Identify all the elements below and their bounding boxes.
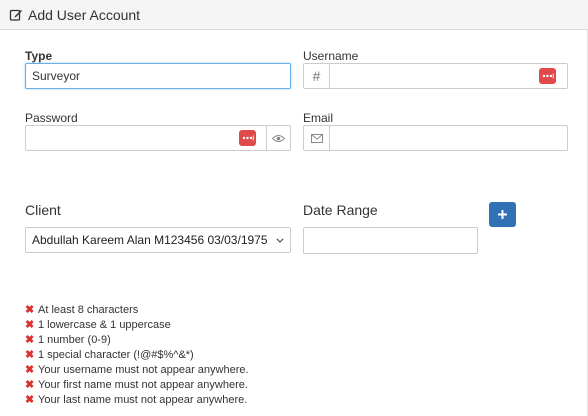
email-prefix [303,125,330,151]
error-x-icon: ✖ [25,394,35,406]
password-manager-icon[interactable] [239,130,256,146]
username-prefix: # [303,63,330,89]
panel-header: Add User Account [0,0,588,30]
password-rule: ✖ At least 8 characters [25,303,139,317]
password-rule: ✖ Your last name must not appear anywhere… [25,393,248,407]
password-manager-icon[interactable] [539,68,556,84]
error-x-icon: ✖ [25,319,35,331]
edit-icon [9,8,23,22]
hash-icon: # [312,68,321,84]
chevron-down-icon [270,228,290,252]
password-rules: ✖ At least 8 characters ✖ 1 lowercase & 1 … [25,302,249,407]
date-range-input[interactable] [303,227,478,254]
error-x-icon: ✖ [25,349,35,361]
error-x-icon: ✖ [25,364,35,376]
error-x-icon: ✖ [25,304,35,316]
client-label: Client [25,202,61,218]
add-date-range-button[interactable] [489,202,516,227]
date-range-label: Date Range [303,202,378,218]
password-rule: ✖ Your username must not appear anywhere. [25,363,249,377]
email-input[interactable] [329,125,568,151]
password-rule: ✖ 1 number (0-9) [25,333,111,347]
show-password-button[interactable] [266,125,291,151]
client-select[interactable]: Abdullah Kareem Alan M123456 03/03/1975 [25,227,291,253]
password-rule: ✖ 1 special character (!@#$%^&*) [25,348,194,362]
password-rule: ✖ Your first name must not appear anywher… [25,378,248,392]
client-selected-value: Abdullah Kareem Alan M123456 03/03/1975 [32,233,268,247]
error-x-icon: ✖ [25,379,35,391]
envelope-icon [310,131,323,146]
page-title: Add User Account [28,6,141,23]
username-label: Username [303,49,359,63]
password-rule: ✖ 1 lowercase & 1 uppercase [25,318,171,332]
password-label: Password [25,111,78,125]
password-input[interactable] [25,125,267,151]
username-input[interactable] [329,63,568,89]
eye-icon [272,131,285,146]
type-label: Type [25,49,53,63]
type-input[interactable] [25,63,291,89]
error-x-icon: ✖ [25,334,35,346]
plus-icon [498,207,507,222]
email-label: Email [303,111,334,125]
